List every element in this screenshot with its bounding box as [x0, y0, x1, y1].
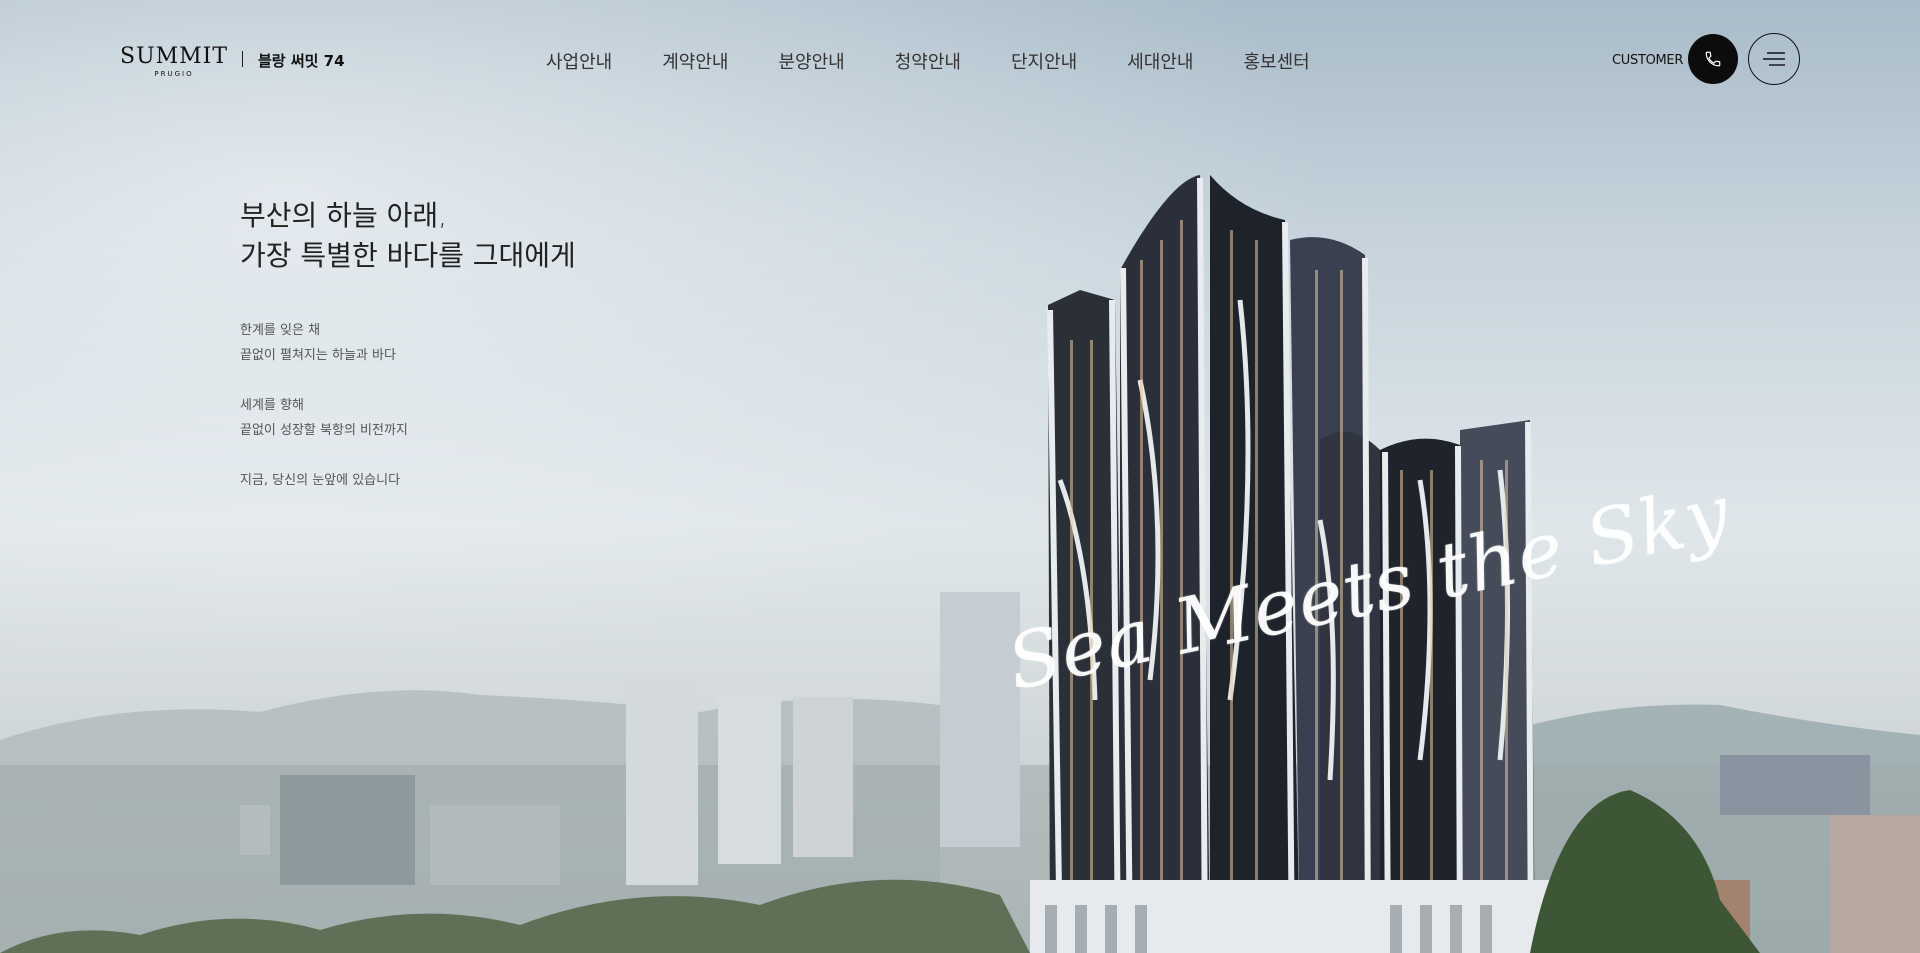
main-nav: 사업안내 계약안내 분양안내 청약안내 단지안내 세대안내 홍보센터: [546, 48, 1360, 74]
phone-button[interactable]: [1688, 34, 1738, 84]
nav-item-units[interactable]: 세대안내: [1127, 48, 1193, 74]
nav-item-business[interactable]: 사업안내: [546, 48, 612, 74]
logo-wordmark: SUMMIT: [120, 44, 229, 69]
phone-icon: [1705, 51, 1721, 67]
hero-copy: 한계를 잊은 채 끝없이 펼쳐지는 하늘과 바다 세계를 향해 끝없이 성장할 …: [240, 318, 408, 518]
customer-label[interactable]: CUSTOMER: [1612, 53, 1683, 68]
copy-paragraph-2: 세계를 향해 끝없이 성장할 북항의 비전까지: [240, 393, 408, 443]
nav-item-contract[interactable]: 계약안내: [662, 48, 728, 74]
nav-item-pr[interactable]: 홍보센터: [1244, 48, 1310, 74]
copy-line: 끝없이 펼쳐지는 하늘과 바다: [240, 348, 396, 363]
menu-button[interactable]: [1748, 33, 1800, 85]
site-header: SUMMIT PRUGIO 블랑 써밋 74 사업안내 계약안내 분양안내 청약…: [0, 0, 1920, 120]
copy-line: 한계를 잊은 채: [240, 323, 321, 338]
copy-paragraph-1: 한계를 잊은 채 끝없이 펼쳐지는 하늘과 바다: [240, 318, 408, 368]
headline-line-2: 가장 특별한 바다를 그대에게: [240, 239, 576, 272]
copy-paragraph-3: 지금, 당신의 눈앞에 있습니다: [240, 468, 408, 493]
nav-item-subscription[interactable]: 청약안내: [895, 48, 961, 74]
logo-divider: [242, 51, 243, 67]
project-name[interactable]: 블랑 써밋 74: [258, 50, 345, 71]
brand-logo[interactable]: SUMMIT PRUGIO: [120, 44, 229, 79]
nav-item-sale[interactable]: 분양안내: [779, 48, 845, 74]
logo-subtitle: PRUGIO: [154, 70, 194, 78]
headline-line-1: 부산의 하늘 아래,: [240, 199, 448, 232]
copy-line: 세계를 향해: [240, 398, 304, 413]
hamburger-menu-icon: [1763, 52, 1785, 66]
copy-line: 끝없이 성장할 북항의 비전까지: [240, 423, 408, 438]
copy-line: 지금, 당신의 눈앞에 있습니다: [240, 473, 401, 488]
nav-item-complex[interactable]: 단지안내: [1011, 48, 1077, 74]
hero-headline: 부산의 하늘 아래, 가장 특별한 바다를 그대에게: [240, 196, 576, 276]
